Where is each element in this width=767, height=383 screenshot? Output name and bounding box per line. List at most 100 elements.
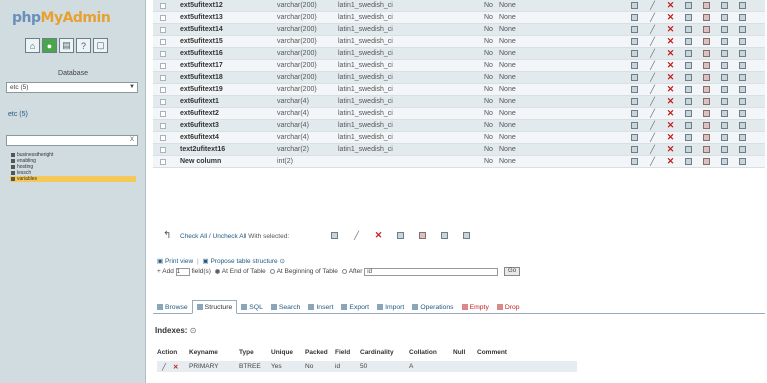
- browse-values-icon[interactable]: [630, 25, 639, 34]
- primary-key-icon[interactable]: [684, 109, 693, 118]
- edit-field-icon[interactable]: ╱: [648, 25, 657, 34]
- field-checkbox[interactable]: [160, 3, 166, 9]
- unique-icon[interactable]: [702, 157, 711, 166]
- browse-values-icon[interactable]: [630, 73, 639, 82]
- database-link[interactable]: etc (5): [8, 111, 28, 118]
- exit-icon[interactable]: ●: [42, 38, 57, 53]
- browse-values-icon[interactable]: [630, 49, 639, 58]
- browse-values-icon[interactable]: [630, 145, 639, 154]
- edit-field-icon[interactable]: ╱: [648, 133, 657, 142]
- primary-key-icon[interactable]: [684, 13, 693, 22]
- browse-values-icon[interactable]: [630, 97, 639, 106]
- primary-key-icon[interactable]: [684, 37, 693, 46]
- field-checkbox[interactable]: [160, 159, 166, 165]
- edit-selected-icon[interactable]: ╱: [352, 231, 361, 240]
- drop-field-icon[interactable]: ✕: [666, 133, 675, 142]
- tab-drop[interactable]: Drop: [493, 300, 524, 314]
- at-beginning-radio[interactable]: [269, 269, 275, 274]
- field-checkbox[interactable]: [160, 111, 166, 117]
- propose-structure-link[interactable]: Propose table structure: [210, 258, 277, 265]
- tab-search[interactable]: Search: [267, 300, 305, 314]
- tab-operations[interactable]: Operations: [408, 300, 457, 314]
- field-checkbox[interactable]: [160, 39, 166, 45]
- index-icon[interactable]: [720, 85, 729, 94]
- check-all-link[interactable]: Check All / Uncheck All With selected:: [180, 233, 289, 240]
- index-selected-icon[interactable]: [440, 231, 449, 240]
- index-icon[interactable]: [720, 145, 729, 154]
- edit-field-icon[interactable]: ╱: [648, 97, 657, 106]
- primary-key-icon[interactable]: [684, 121, 693, 130]
- fulltext-icon[interactable]: [738, 73, 747, 82]
- primary-key-icon[interactable]: [684, 61, 693, 70]
- fulltext-icon[interactable]: [738, 61, 747, 70]
- edit-field-icon[interactable]: ╱: [648, 109, 657, 118]
- primary-key-icon[interactable]: [684, 49, 693, 58]
- index-icon[interactable]: [720, 1, 729, 10]
- drop-field-icon[interactable]: ✕: [666, 61, 675, 70]
- unique-icon[interactable]: [702, 73, 711, 82]
- field-checkbox[interactable]: [160, 15, 166, 21]
- primary-key-icon[interactable]: [684, 1, 693, 10]
- browse-values-icon[interactable]: [630, 13, 639, 22]
- table-filter-input[interactable]: X: [6, 135, 138, 146]
- unique-icon[interactable]: [702, 25, 711, 34]
- fulltext-icon[interactable]: [738, 1, 747, 10]
- unique-icon[interactable]: [702, 133, 711, 142]
- field-checkbox[interactable]: [160, 135, 166, 141]
- field-checkbox[interactable]: [160, 123, 166, 129]
- field-checkbox[interactable]: [160, 63, 166, 69]
- edit-field-icon[interactable]: ╱: [648, 85, 657, 94]
- edit-field-icon[interactable]: ╱: [648, 145, 657, 154]
- table-icon[interactable]: [11, 165, 15, 169]
- fulltext-selected-icon[interactable]: [462, 231, 471, 240]
- index-icon[interactable]: [720, 97, 729, 106]
- database-select[interactable]: etc (5) ▼: [6, 82, 138, 93]
- drop-field-icon[interactable]: ✕: [666, 73, 675, 82]
- fulltext-icon[interactable]: [738, 121, 747, 130]
- index-icon[interactable]: [720, 109, 729, 118]
- unique-icon[interactable]: [702, 61, 711, 70]
- edit-field-icon[interactable]: ╱: [648, 37, 657, 46]
- edit-field-icon[interactable]: ╱: [648, 157, 657, 166]
- unique-icon[interactable]: [702, 37, 711, 46]
- field-checkbox[interactable]: [160, 147, 166, 153]
- field-checkbox[interactable]: [160, 27, 166, 33]
- primary-key-icon[interactable]: [684, 97, 693, 106]
- tab-export[interactable]: Export: [337, 300, 373, 314]
- phpmyadmin-logo[interactable]: phpMyAdmin: [12, 10, 134, 28]
- index-icon[interactable]: [720, 157, 729, 166]
- table-icon[interactable]: [11, 177, 15, 181]
- browse-values-icon[interactable]: [630, 1, 639, 10]
- print-view-link[interactable]: Print view: [165, 258, 193, 265]
- go-button[interactable]: Go: [504, 267, 521, 276]
- tab-import[interactable]: Import: [373, 300, 408, 314]
- table-icon[interactable]: [11, 153, 15, 157]
- fulltext-icon[interactable]: [738, 109, 747, 118]
- drop-field-icon[interactable]: ✕: [666, 13, 675, 22]
- edit-field-icon[interactable]: ╱: [648, 61, 657, 70]
- table-icon[interactable]: [11, 159, 15, 163]
- docs-icon[interactable]: ?: [76, 38, 91, 53]
- drop-field-icon[interactable]: ✕: [666, 97, 675, 106]
- drop-field-icon[interactable]: ✕: [666, 1, 675, 10]
- tab-sql[interactable]: SQL: [237, 300, 267, 314]
- table-icon[interactable]: [11, 171, 15, 175]
- help-icon[interactable]: ⊙: [279, 258, 284, 265]
- drop-field-icon[interactable]: ✕: [666, 109, 675, 118]
- drop-field-icon[interactable]: ✕: [666, 145, 675, 154]
- browse-values-icon[interactable]: [630, 37, 639, 46]
- delete-index-icon[interactable]: ✕: [173, 363, 178, 371]
- index-icon[interactable]: [720, 37, 729, 46]
- unique-icon[interactable]: [702, 97, 711, 106]
- field-count-input[interactable]: 1: [175, 267, 190, 276]
- primary-key-icon[interactable]: [684, 133, 693, 142]
- drop-field-icon[interactable]: ✕: [666, 37, 675, 46]
- primary-key-icon[interactable]: [684, 157, 693, 166]
- edit-field-icon[interactable]: ╱: [648, 1, 657, 10]
- after-radio[interactable]: [341, 269, 347, 274]
- browse-selected-icon[interactable]: [330, 231, 339, 240]
- tab-empty[interactable]: Empty: [458, 300, 493, 314]
- drop-field-icon[interactable]: ✕: [666, 157, 675, 166]
- unique-icon[interactable]: [702, 121, 711, 130]
- index-icon[interactable]: [720, 73, 729, 82]
